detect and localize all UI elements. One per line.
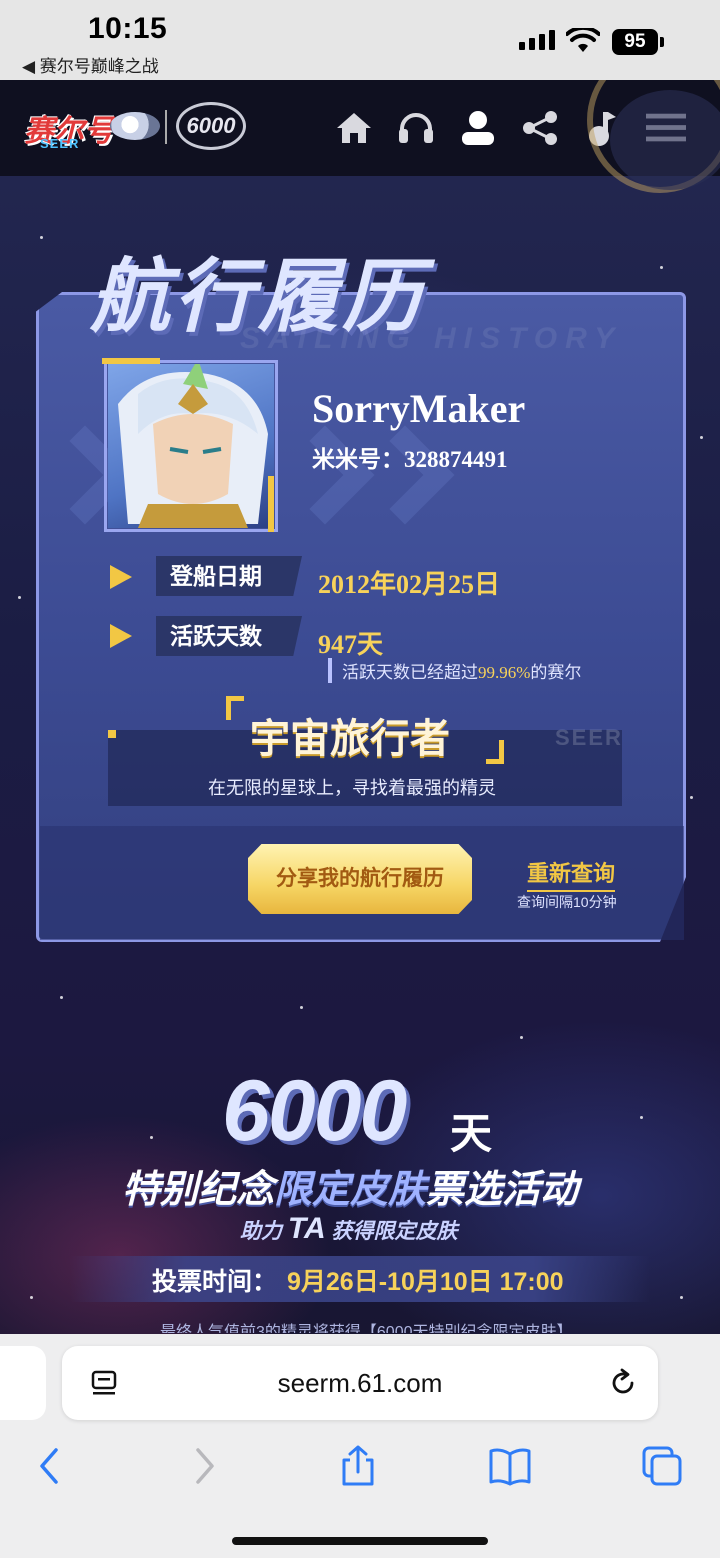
promo-subline-ta: TA (287, 1212, 326, 1245)
play-arrow-icon (110, 624, 132, 648)
battery-indicator: 95 (612, 29, 658, 55)
promo-subline-a: 助力 (240, 1220, 282, 1243)
rank-description: 在无限的星球上，寻找着最强的精灵 (208, 778, 496, 798)
active-days-label: 活跃天数 (156, 616, 302, 656)
promo-headline: 特别纪念限定皮肤票选活动 (122, 1158, 578, 1213)
planet-ring-decoration (587, 80, 720, 193)
headset-icon[interactable] (396, 108, 436, 148)
avatar-corner-accent (268, 476, 274, 532)
battery-tip (660, 37, 664, 47)
home-icon[interactable] (334, 108, 374, 148)
avatar (108, 364, 274, 528)
promo-headline-b: 限定皮肤 (274, 1169, 427, 1211)
promo-subline: 助力 TA 获得限定皮肤 (240, 1212, 457, 1246)
promo-headline-a: 特别纪念 (122, 1169, 275, 1211)
promo-rule-text: 最终人气值前3的精灵将获得【6000天特别纪念限定皮肤】 (160, 1324, 573, 1333)
forward-icon[interactable] (182, 1444, 226, 1488)
status-time: 10:15 (88, 12, 168, 45)
note-prefix: 活跃天数已经超过 (342, 663, 478, 682)
avatar-corner-accent (102, 358, 160, 364)
bracket-right (486, 740, 504, 764)
share-sheet-icon[interactable] (336, 1444, 380, 1488)
tabs-icon[interactable] (640, 1444, 684, 1488)
promo-day-suffix: 天 (450, 1110, 493, 1157)
wifi-icon (566, 28, 600, 52)
reload-icon[interactable] (608, 1368, 638, 1398)
play-arrow-icon (110, 565, 132, 589)
mimi-id: 米米号：328874491 (312, 440, 508, 474)
board-date-value: 2012年02月25日 (318, 570, 501, 599)
query-interval-note: 查询间隔10分钟 (517, 894, 617, 910)
promo-headline-c: 票选活动 (426, 1169, 579, 1211)
active-days-note: 活跃天数已经超过99.96%的赛尔 (328, 658, 581, 683)
logo-divider (165, 110, 167, 144)
address-bar[interactable]: seerm.61.com (62, 1346, 658, 1420)
page-title-en: SAILING HISTORY (240, 322, 623, 355)
active-days-value: 947天 (318, 630, 384, 659)
ship-icon (110, 112, 160, 140)
note-percent: 99.96% (478, 663, 531, 682)
rank-watermark: SEER (555, 725, 623, 750)
vote-time-value: 9月26日-10月10日 17:00 (287, 1268, 564, 1296)
bracket-left (226, 696, 244, 720)
url-text[interactable]: seerm.61.com (62, 1346, 658, 1420)
vote-time-label: 投票时间： (152, 1268, 278, 1296)
board-date-label: 登船日期 (156, 556, 302, 596)
status-bar: 10:15 ◀ 赛尔号巅峰之战 95 (0, 0, 720, 80)
share-icon[interactable] (520, 108, 560, 148)
note-suffix: 的赛尔 (530, 663, 582, 682)
home-indicator (232, 1537, 488, 1545)
back-icon[interactable] (28, 1444, 72, 1488)
requery-link[interactable]: 重新查询 (527, 856, 616, 892)
rank-title: 宇宙旅行者 (250, 717, 450, 761)
mimi-id-value: 328874491 (404, 447, 508, 472)
user-icon[interactable] (458, 108, 498, 148)
promo-subline-b: 获得限定皮肤 (331, 1220, 458, 1243)
share-history-button[interactable]: 分享我的航行履历 (248, 844, 472, 914)
previous-tab-preview[interactable] (0, 1346, 46, 1420)
promo-big-number: 6000 (222, 1063, 407, 1159)
bookmarks-icon[interactable] (488, 1444, 532, 1488)
mimi-id-label: 米米号： (312, 447, 404, 472)
anniversary-logo: 6000 (176, 102, 246, 150)
cellular-signal-icon (519, 30, 555, 50)
username: SorryMaker (312, 386, 526, 431)
seer-logo[interactable]: 赛尔号 SEER (22, 98, 160, 156)
back-to-app-link[interactable]: ◀ 赛尔号巅峰之战 (22, 52, 159, 77)
logo-subtext: SEER (40, 136, 80, 151)
rank-dot (108, 730, 116, 738)
